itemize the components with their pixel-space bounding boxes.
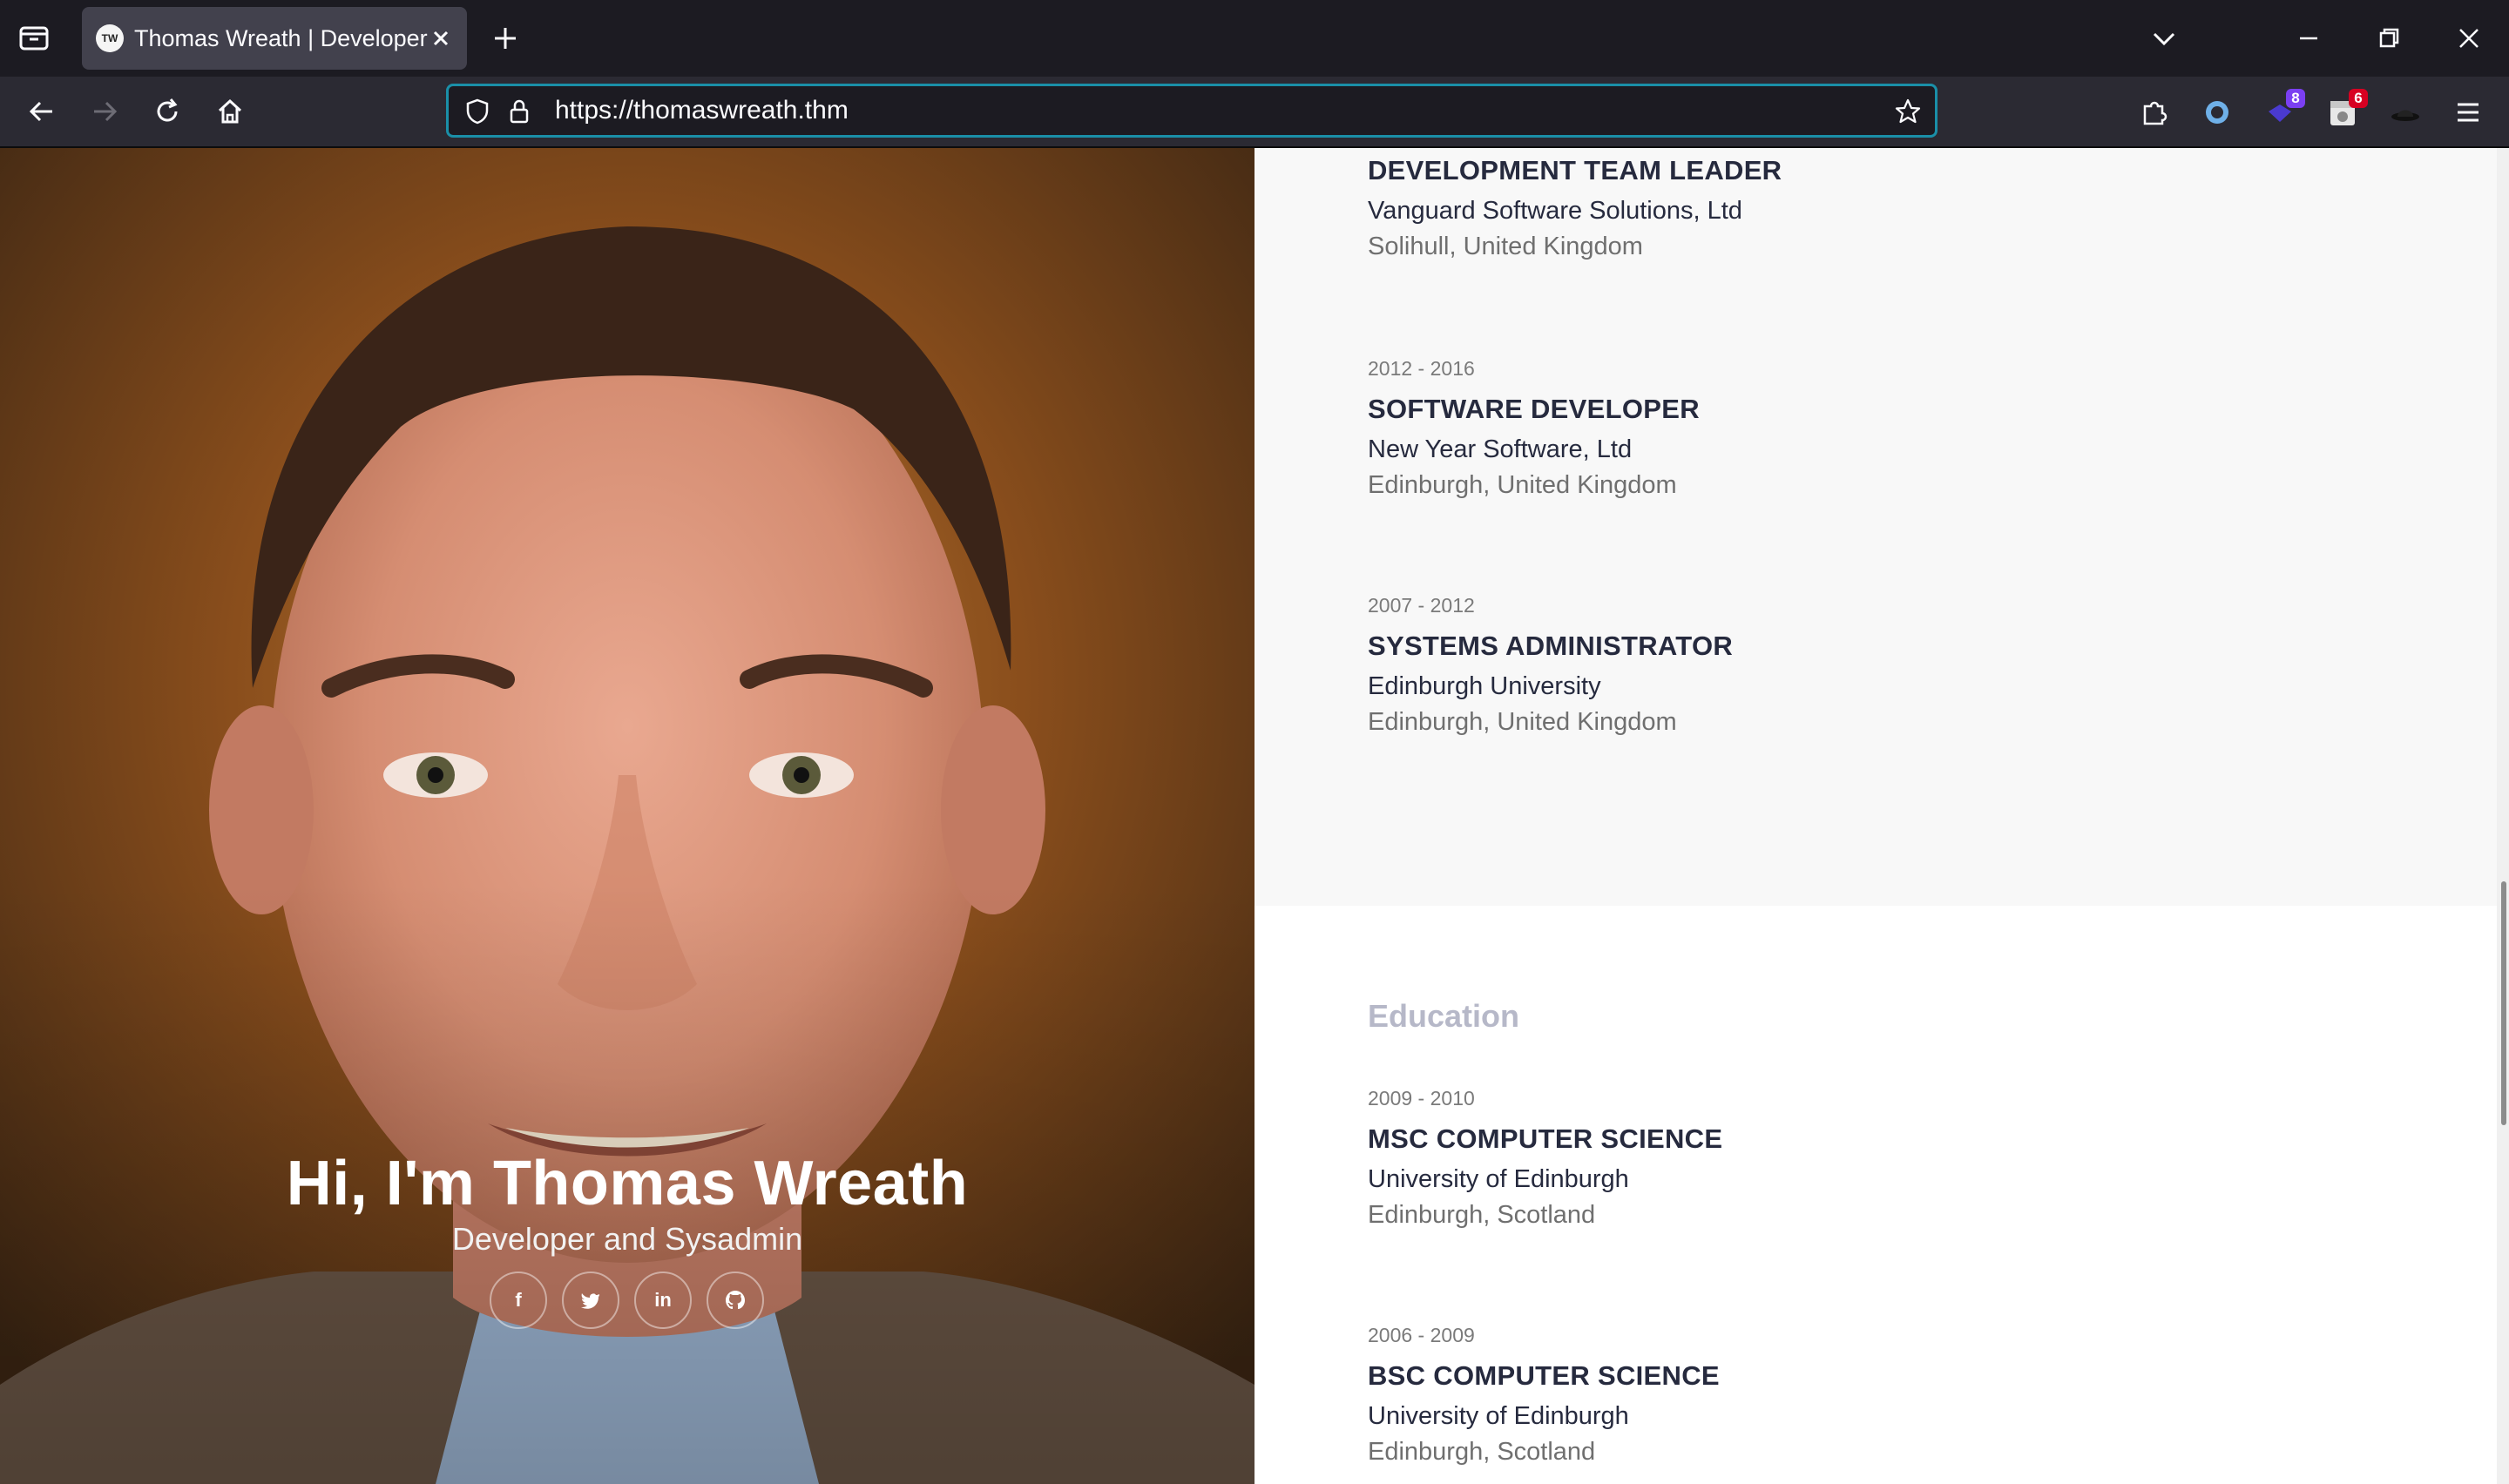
extension-badge: 6 — [2349, 89, 2368, 108]
experience-item: DEVELOPMENT TEAM LEADER Vanguard Softwar… — [1368, 155, 1782, 261]
location: Edinburgh, United Kingdom — [1368, 708, 1677, 736]
education-heading: Education — [1368, 998, 1520, 1034]
job-title: SYSTEMS ADMINISTRATOR — [1368, 631, 1734, 661]
tab-bar: TW Thomas Wreath | Developer — [0, 0, 2509, 77]
home-icon[interactable] — [213, 94, 247, 129]
close-tab-icon[interactable] — [425, 23, 456, 54]
url-text[interactable]: https://thomaswreath.thm — [555, 86, 849, 135]
degree-title: BSC COMPUTER SCIENCE — [1368, 1360, 1720, 1391]
site-favicon-icon: TW — [96, 24, 124, 52]
hat-extension-icon[interactable] — [2387, 94, 2424, 131]
institution: University of Edinburgh — [1368, 1165, 1629, 1193]
hero-overlay — [0, 148, 1254, 1484]
resume-content: DEVELOPMENT TEAM LEADER Vanguard Softwar… — [1254, 148, 2509, 1484]
education-item: 2006 - 2009 BSC COMPUTER SCIENCE Univers… — [1368, 1324, 1720, 1467]
job-title: DEVELOPMENT TEAM LEADER — [1368, 155, 1782, 186]
new-tab-icon[interactable] — [488, 21, 523, 56]
job-title: SOFTWARE DEVELOPER — [1368, 394, 1700, 424]
active-tab[interactable]: TW Thomas Wreath | Developer — [82, 7, 467, 70]
tab-title: Thomas Wreath | Developer — [134, 25, 428, 51]
github-icon[interactable] — [707, 1272, 764, 1329]
hero-section: Hi, I'm Thomas Wreath Developer and Sysa… — [0, 148, 1254, 1484]
minimize-icon[interactable] — [2291, 21, 2326, 56]
list-all-tabs-icon[interactable] — [2147, 21, 2181, 56]
extension-badge: 8 — [2286, 89, 2305, 108]
close-window-icon[interactable] — [2452, 21, 2486, 56]
location: Edinburgh, Scotland — [1368, 1438, 1596, 1466]
institution: University of Edinburgh — [1368, 1402, 1629, 1430]
experience-item: 2007 - 2012 SYSTEMS ADMINISTRATOR Edinbu… — [1368, 594, 1733, 737]
lock-icon[interactable] — [504, 97, 534, 126]
employer: Edinburgh University — [1368, 672, 1601, 700]
facebook-icon[interactable]: f — [490, 1272, 547, 1329]
page-scrollbar[interactable] — [2497, 148, 2509, 1484]
employer: New Year Software, Ltd — [1368, 435, 1633, 463]
puzzle-icon[interactable] — [2136, 94, 2173, 131]
restore-icon[interactable] — [2371, 21, 2406, 56]
menu-icon[interactable] — [2450, 94, 2486, 131]
reload-icon[interactable] — [150, 94, 185, 129]
twitter-icon[interactable] — [562, 1272, 619, 1329]
calendar-extension-icon[interactable]: 6 — [2324, 89, 2368, 131]
ring-extension-icon[interactable] — [2199, 94, 2235, 131]
hero-subtitle: Developer and Sysadmin — [451, 1221, 803, 1257]
location: Solihull, United Kingdom — [1368, 233, 1643, 260]
experience-item: 2012 - 2016 SOFTWARE DEVELOPER New Year … — [1368, 357, 1700, 500]
date-range: 2009 - 2010 — [1368, 1087, 1475, 1110]
hero-title: Hi, I'm Thomas Wreath — [286, 1149, 969, 1218]
bookmark-star-icon[interactable] — [1893, 97, 1923, 126]
back-icon[interactable] — [24, 94, 59, 129]
date-range: 2006 - 2009 — [1368, 1324, 1475, 1346]
date-range: 2012 - 2016 — [1368, 357, 1475, 380]
tracking-protection-shield-icon[interactable] — [463, 97, 492, 126]
experience-section — [1254, 148, 2509, 906]
degree-title: MSC COMPUTER SCIENCE — [1368, 1123, 1723, 1154]
navigation-toolbar: https://thomaswreath.thm 8 6 — [0, 77, 2509, 148]
scrollbar-thumb[interactable] — [2501, 881, 2506, 1125]
location: Edinburgh, United Kingdom — [1368, 471, 1677, 499]
education-item: 2009 - 2010 MSC COMPUTER SCIENCE Univers… — [1368, 1087, 1722, 1230]
date-range: 2007 - 2012 — [1368, 594, 1475, 617]
address-bar[interactable]: https://thomaswreath.thm — [446, 84, 1938, 138]
shield-extension-icon[interactable]: 8 — [2262, 89, 2305, 131]
linkedin-icon[interactable]: in — [634, 1272, 692, 1329]
tab-list-icon[interactable] — [16, 21, 54, 56]
employer: Vanguard Software Solutions, Ltd — [1368, 197, 1742, 225]
location: Edinburgh, Scotland — [1368, 1201, 1596, 1229]
forward-icon[interactable] — [87, 94, 122, 129]
